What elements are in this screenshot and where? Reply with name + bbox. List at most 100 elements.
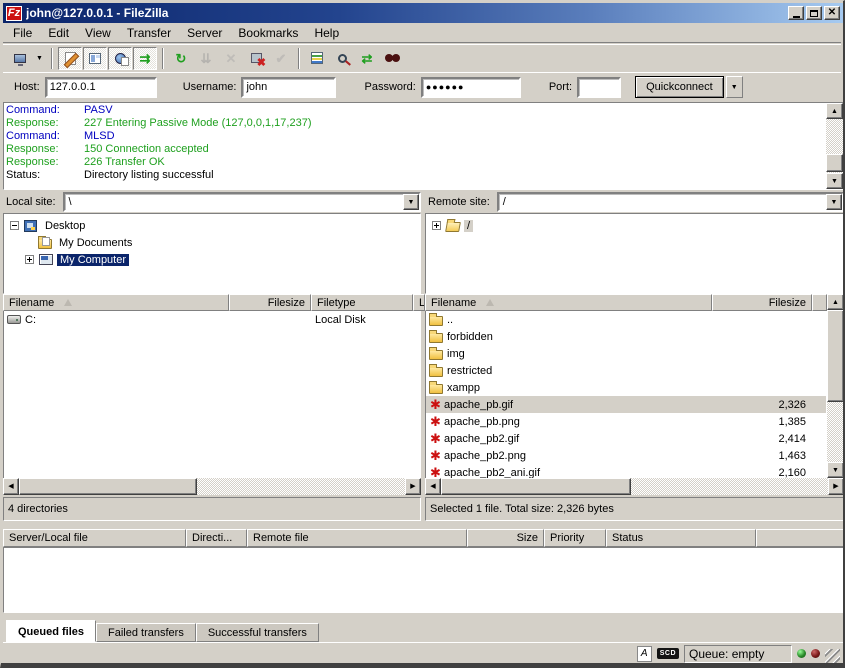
local-site-value: \ bbox=[69, 196, 72, 208]
file-name: C: bbox=[25, 314, 36, 326]
resize-grip[interactable] bbox=[825, 649, 840, 664]
remote-file-row[interactable]: img bbox=[426, 345, 826, 362]
scroll-down-button[interactable]: ▼ bbox=[826, 173, 843, 189]
expand-icon[interactable] bbox=[432, 221, 441, 230]
file-size bbox=[230, 311, 312, 328]
scroll-left-button[interactable]: ◀ bbox=[3, 478, 19, 495]
remote-file-row[interactable]: xampp bbox=[426, 379, 826, 396]
tab-successful-transfers[interactable]: Successful transfers bbox=[196, 623, 319, 642]
column-header-filesize[interactable]: Filesize bbox=[712, 294, 812, 311]
scroll-right-button[interactable]: ▶ bbox=[828, 478, 844, 495]
column-header-remote-file[interactable]: Remote file bbox=[247, 529, 467, 547]
expand-icon[interactable] bbox=[25, 255, 34, 264]
column-header-filename[interactable]: Filename bbox=[425, 294, 712, 311]
log-scrollbar[interactable]: ▲ ▼ bbox=[826, 103, 843, 189]
quickconnect-dropdown[interactable]: ▼ bbox=[726, 76, 743, 98]
local-site-combo[interactable]: \ ▼ bbox=[63, 192, 421, 212]
menu-bookmarks[interactable]: Bookmarks bbox=[230, 24, 306, 42]
menu-transfer[interactable]: Transfer bbox=[119, 24, 179, 42]
combo-dropdown-icon[interactable]: ▼ bbox=[403, 194, 419, 210]
refresh-button[interactable]: ↻ bbox=[169, 47, 193, 70]
file-size bbox=[713, 345, 813, 362]
remote-site-combo[interactable]: / ▼ bbox=[497, 192, 844, 212]
username-input[interactable] bbox=[241, 77, 336, 98]
scroll-track[interactable] bbox=[827, 402, 844, 462]
column-header-priority[interactable]: Priority bbox=[544, 529, 606, 547]
local-file-row[interactable]: C: Local Disk bbox=[4, 311, 420, 328]
site-manager-icon bbox=[14, 54, 26, 63]
tab-queued-files[interactable]: Queued files bbox=[6, 620, 96, 642]
password-input[interactable] bbox=[421, 77, 521, 98]
scroll-up-button[interactable]: ▲ bbox=[827, 294, 844, 310]
remote-file-row[interactable]: ✱apache_pb2_ani.gif2,160 bbox=[426, 464, 826, 478]
column-header-direction[interactable]: Directi... bbox=[186, 529, 247, 547]
binoculars-icon bbox=[385, 54, 400, 63]
filter-button[interactable] bbox=[305, 47, 329, 70]
scroll-down-button[interactable]: ▼ bbox=[827, 462, 844, 478]
combo-dropdown-icon[interactable]: ▼ bbox=[826, 194, 842, 210]
scroll-thumb[interactable] bbox=[827, 310, 844, 402]
remote-file-row[interactable]: .. bbox=[426, 311, 826, 328]
column-header-filename[interactable]: Filename bbox=[3, 294, 229, 311]
menu-server[interactable]: Server bbox=[179, 24, 230, 42]
toolbar-separator bbox=[51, 48, 53, 69]
tree-item-desktop[interactable]: Desktop bbox=[4, 217, 420, 234]
column-header-server-local-file[interactable]: Server/Local file bbox=[3, 529, 186, 547]
synchronized-browsing-button[interactable]: ⇄ bbox=[355, 47, 379, 70]
column-header-lastmodified[interactable]: L bbox=[413, 294, 425, 311]
column-header-filetype[interactable]: Filetype bbox=[311, 294, 413, 311]
tree-item-my-documents[interactable]: My Documents bbox=[4, 234, 420, 251]
scroll-thumb[interactable] bbox=[826, 154, 843, 172]
menu-help[interactable]: Help bbox=[306, 24, 347, 42]
file-size: 1,385 bbox=[713, 413, 813, 430]
local-horizontal-scrollbar[interactable]: ◀ ▶ bbox=[3, 478, 421, 495]
remote-file-row[interactable]: ✱apache_pb.png1,385 bbox=[426, 413, 826, 430]
remote-file-row[interactable]: restricted bbox=[426, 362, 826, 379]
remote-horizontal-scrollbar[interactable]: ◀ ▶ bbox=[425, 478, 844, 495]
remote-file-row-selected[interactable]: ✱apache_pb.gif2,326 bbox=[426, 396, 826, 413]
column-header-status[interactable]: Status bbox=[606, 529, 756, 547]
reconnect-button[interactable]: ✔ bbox=[269, 47, 293, 70]
scroll-thumb[interactable] bbox=[441, 478, 631, 495]
column-header-filesize[interactable]: Filesize bbox=[229, 294, 311, 311]
site-manager-button[interactable] bbox=[8, 47, 32, 70]
menu-edit[interactable]: Edit bbox=[40, 24, 77, 42]
directory-comparison-button[interactable] bbox=[330, 47, 354, 70]
scroll-track[interactable] bbox=[19, 478, 405, 495]
close-button[interactable]: ✕ bbox=[824, 6, 840, 20]
toggle-queue-button[interactable]: ⇉ bbox=[133, 47, 157, 70]
tree-item-root[interactable]: / bbox=[426, 217, 843, 234]
scroll-up-button[interactable]: ▲ bbox=[826, 103, 843, 119]
menu-file[interactable]: File bbox=[5, 24, 40, 42]
maximize-button[interactable] bbox=[806, 6, 822, 20]
scroll-track[interactable] bbox=[826, 119, 843, 173]
toggle-local-tree-button[interactable] bbox=[83, 47, 107, 70]
file-size: 2,160 bbox=[713, 464, 813, 478]
scroll-thumb[interactable] bbox=[19, 478, 197, 495]
tree-item-my-computer[interactable]: My Computer bbox=[4, 251, 420, 268]
minimize-button[interactable] bbox=[788, 6, 804, 20]
file-size: 1,463 bbox=[713, 447, 813, 464]
column-header-size[interactable]: Size bbox=[467, 529, 544, 547]
host-input[interactable] bbox=[45, 77, 157, 98]
process-queue-button[interactable]: ⇊ bbox=[194, 47, 218, 70]
cancel-operation-button[interactable]: ✕ bbox=[219, 47, 243, 70]
tab-failed-transfers[interactable]: Failed transfers bbox=[96, 623, 196, 642]
remote-vertical-scrollbar[interactable]: ▲ ▼ bbox=[827, 294, 844, 478]
menu-view[interactable]: View bbox=[77, 24, 119, 42]
remote-file-row[interactable]: forbidden bbox=[426, 328, 826, 345]
toggle-message-log-button[interactable] bbox=[58, 47, 82, 70]
transfer-type-icon: A bbox=[637, 646, 652, 662]
disconnect-button[interactable]: ✖ bbox=[244, 47, 268, 70]
toggle-remote-tree-button[interactable] bbox=[108, 47, 132, 70]
port-input[interactable] bbox=[577, 77, 621, 98]
scroll-left-button[interactable]: ◀ bbox=[425, 478, 441, 495]
scroll-track[interactable] bbox=[441, 478, 828, 495]
collapse-icon[interactable] bbox=[10, 221, 19, 230]
scroll-right-button[interactable]: ▶ bbox=[405, 478, 421, 495]
remote-file-row[interactable]: ✱apache_pb2.png1,463 bbox=[426, 447, 826, 464]
site-manager-dropdown[interactable]: ▼ bbox=[33, 47, 46, 70]
remote-file-row[interactable]: ✱apache_pb2.gif2,414 bbox=[426, 430, 826, 447]
find-files-button[interactable] bbox=[380, 47, 404, 70]
quickconnect-button[interactable]: Quickconnect bbox=[635, 76, 724, 98]
